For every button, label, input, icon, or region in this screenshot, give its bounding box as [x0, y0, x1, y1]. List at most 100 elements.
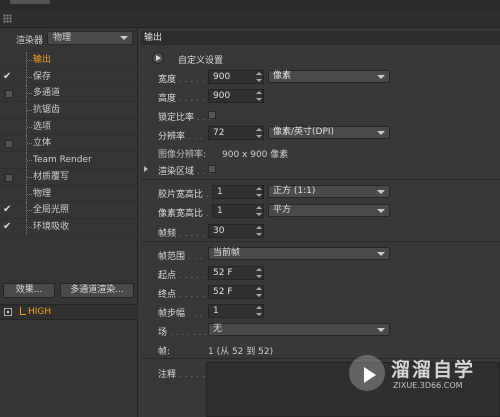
- spin-arrows-icon: [256, 91, 262, 101]
- height-input[interactable]: 900: [208, 89, 264, 103]
- sidebar-item[interactable]: Team Render: [0, 152, 138, 169]
- checkbox[interactable]: [3, 189, 13, 199]
- active-preset-icon[interactable]: [4, 308, 12, 316]
- checkbox[interactable]: [3, 172, 13, 182]
- play-icon: [364, 367, 376, 383]
- spin-arrows-icon: [256, 226, 262, 236]
- width-input[interactable]: 900: [208, 70, 264, 84]
- expand-arrow-icon[interactable]: [144, 166, 148, 172]
- sidebar-item[interactable]: 选项: [0, 118, 138, 136]
- checkbox[interactable]: [3, 122, 13, 132]
- film-aspect-input[interactable]: 1: [212, 185, 264, 199]
- chevron-down-icon: [120, 36, 128, 40]
- multipass-render-button[interactable]: 多通道渲染...: [60, 283, 134, 298]
- sidebar-item[interactable]: 多通道: [0, 85, 138, 103]
- sidebar-item-label: 环境吸收: [33, 221, 70, 232]
- width-unit-select[interactable]: 像素: [268, 70, 390, 83]
- resolution-label: 分辨率 . . .: [158, 132, 203, 142]
- frame-range-label: 帧范围 . . .: [158, 252, 203, 262]
- grip-icon[interactable]: [3, 14, 12, 23]
- fps-input[interactable]: 30: [208, 224, 264, 238]
- render-region-label: 渲染区域 . . .: [158, 167, 212, 177]
- chevron-down-icon: [377, 252, 385, 256]
- resolution-input[interactable]: 72: [208, 126, 264, 140]
- sidebar-item-label: 保存: [33, 71, 52, 82]
- checkmark-icon[interactable]: ✔: [3, 221, 13, 232]
- checkbox[interactable]: [3, 155, 13, 165]
- pixel-aspect-select[interactable]: 平方: [268, 204, 390, 217]
- sidebar-item[interactable]: 输出: [0, 52, 138, 69]
- checkbox[interactable]: [3, 105, 13, 115]
- resolution-unit-select[interactable]: 像素/英寸(DPI): [268, 126, 390, 139]
- toolbar: [0, 10, 500, 28]
- sidebar: 渲染器 物理 输出 ✔ 保存 多通道 抗锯齿 选项 立体 Team Render 材质覆写 物理 ✔…: [0, 28, 138, 417]
- render-preset-row[interactable]: HIGH: [0, 304, 138, 320]
- checkbox[interactable]: [3, 55, 13, 65]
- start-label: 起点 . . . . . .: [158, 271, 211, 281]
- sidebar-item-label: 选项: [33, 121, 52, 132]
- preset-menu-button[interactable]: [152, 52, 164, 64]
- section-title: 输出: [141, 31, 500, 45]
- end-input[interactable]: 52 F: [208, 285, 264, 299]
- film-aspect-select[interactable]: 正方 (1:1): [268, 185, 390, 198]
- frame-step-input[interactable]: 1: [208, 304, 264, 318]
- title-placeholder: [10, 0, 50, 4]
- sidebar-item-label: 抗锯齿: [33, 105, 61, 116]
- sidebar-item[interactable]: 立体: [0, 135, 138, 153]
- sidebar-item[interactable]: 材质覆写: [0, 168, 138, 186]
- fields-select[interactable]: 无: [208, 323, 390, 336]
- watermark-title: 溜溜自学: [391, 359, 476, 381]
- chevron-down-icon: [377, 131, 385, 135]
- renderer-label: 渲染器: [16, 36, 44, 46]
- film-aspect-label: 胶片宽高比 . .: [158, 190, 215, 200]
- spin-arrows-icon: [256, 128, 262, 138]
- play-icon: [156, 55, 161, 61]
- image-resolution-label: 图像分辨率:: [158, 150, 207, 160]
- start-input[interactable]: 52 F: [208, 266, 264, 280]
- renderer-row: 渲染器 物理: [0, 28, 138, 50]
- sidebar-item-label: 材质覆写: [33, 171, 70, 182]
- render-region-checkbox[interactable]: [208, 165, 216, 173]
- width-label: 宽度 . . . . .: [158, 75, 205, 85]
- sidebar-item[interactable]: ✔ 保存: [0, 68, 138, 86]
- sidebar-item[interactable]: 抗锯齿: [0, 102, 138, 119]
- checkmark-icon[interactable]: ✔: [3, 205, 13, 215]
- effects-button[interactable]: 效果...: [3, 283, 55, 298]
- end-label: 终点 . . . . . .: [158, 290, 211, 300]
- tree-branch-icon: [26, 135, 32, 152]
- play-circle-icon: [349, 355, 385, 391]
- chevron-down-icon: [377, 209, 385, 213]
- sidebar-item[interactable]: ✔ 环境吸收: [0, 218, 138, 236]
- sidebar-item[interactable]: 物理: [0, 185, 138, 203]
- checkbox[interactable]: [3, 138, 13, 149]
- lock-ratio-label: 锁定比率 . . .: [158, 113, 212, 123]
- divider: [141, 179, 500, 180]
- frame-range-select[interactable]: 当前帧: [208, 247, 390, 260]
- checkbox[interactable]: [3, 88, 13, 99]
- lock-ratio-checkbox[interactable]: [208, 111, 216, 119]
- sidebar-item[interactable]: ✔ 全局光照: [0, 202, 138, 219]
- tree-branch-icon: [26, 152, 32, 169]
- spin-arrows-icon: [256, 72, 262, 82]
- sidebar-item-label: Team Render: [33, 155, 92, 166]
- settings-nav-list: 输出 ✔ 保存多通道抗锯齿选项立体 Team Render 材质覆写物理 ✔ 全局光照 ✔ 环境…: [0, 52, 138, 236]
- sidebar-item-label: 多通道: [33, 88, 61, 99]
- preset-label: 自定义设置: [178, 56, 224, 66]
- tree-branch-icon: [20, 307, 26, 315]
- chevron-down-icon: [377, 190, 385, 194]
- chevron-down-icon: [377, 75, 385, 79]
- tree-branch-icon: [26, 85, 32, 102]
- height-label: 高度 . . . . .: [158, 94, 205, 104]
- tree-branch-icon: [26, 202, 32, 219]
- divider: [141, 241, 500, 242]
- tree-branch-icon: [26, 68, 32, 85]
- renderer-select[interactable]: 物理: [47, 31, 133, 45]
- pixel-aspect-input[interactable]: 1: [212, 204, 264, 218]
- checkmark-icon[interactable]: ✔: [3, 71, 13, 82]
- notes-label: 注释 . . . . .: [158, 370, 205, 380]
- spin-arrows-icon: [256, 206, 262, 216]
- sidebar-item-label: 全局光照: [33, 205, 70, 216]
- renderer-value: 物理: [53, 33, 72, 43]
- spin-arrows-icon: [256, 268, 262, 278]
- tree-branch-icon: [26, 102, 32, 119]
